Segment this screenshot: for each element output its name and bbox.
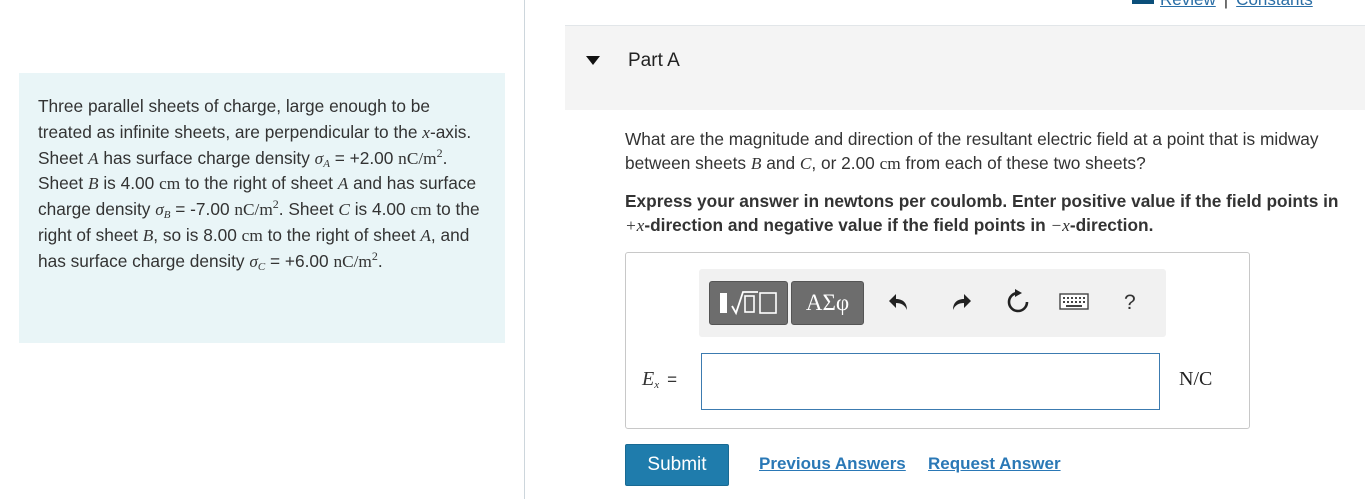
keyboard-icon[interactable]	[1059, 292, 1089, 312]
instruction-part: Express your answer in newtons per coulo…	[625, 191, 1339, 211]
math-var: x	[422, 122, 430, 142]
submit-button[interactable]: Submit	[625, 444, 729, 486]
problem-text: to the right of sheet	[262, 224, 421, 245]
problem-text: Three parallel sheets of charge, large e…	[38, 96, 430, 142]
math-var: σ	[155, 200, 164, 220]
math-var: +x	[625, 216, 645, 235]
math-var: B	[750, 154, 762, 173]
problem-text: = +6.00	[265, 250, 334, 271]
math-var: A	[420, 225, 431, 245]
math-var: B	[87, 174, 99, 194]
math-unit: cm	[410, 200, 432, 220]
question-part: and	[761, 153, 800, 173]
header-links: Review | Constants	[1132, 0, 1313, 10]
problem-text: to the right of sheet	[180, 173, 338, 194]
math-unit: nC/m	[333, 251, 372, 271]
constants-link[interactable]: Constants	[1236, 0, 1313, 9]
math-var: σ	[249, 251, 258, 271]
math-unit: cm	[159, 174, 181, 194]
math-var: B	[142, 225, 154, 245]
math-unit: cm	[879, 154, 901, 173]
answer-label: Ex =	[642, 368, 677, 391]
math-var: A	[337, 174, 349, 194]
math-unit: nC/m	[398, 148, 437, 168]
problem-text: = -7.00	[170, 199, 235, 220]
question-text: What are the magnitude and direction of …	[625, 127, 1355, 176]
math-var: −x	[1050, 216, 1070, 235]
problem-text: , so is 8.00	[153, 224, 242, 245]
problem-statement: Three parallel sheets of charge, large e…	[19, 73, 505, 343]
math-var: C	[799, 154, 812, 173]
answer-var: E	[642, 368, 655, 390]
part-title: Part A	[628, 50, 680, 71]
problem-text: . Sheet	[278, 199, 339, 220]
answer-sub: x	[654, 379, 660, 391]
problem-text: is 4.00	[98, 173, 160, 194]
help-icon[interactable]: ?	[1124, 291, 1136, 315]
problem-text: = +2.00	[329, 147, 399, 168]
math-toolbar: ΑΣφ ?	[699, 269, 1166, 337]
review-link[interactable]: Review	[1160, 0, 1216, 9]
part-a-header[interactable]: Part A	[565, 26, 1365, 110]
question-part: from each of these two sheets?	[900, 153, 1146, 173]
reset-icon[interactable]	[1005, 289, 1031, 315]
problem-text: is 4.00	[349, 199, 411, 220]
templates-icon	[720, 291, 777, 316]
math-var: A	[87, 148, 99, 168]
answer-units: N/C	[1179, 368, 1213, 390]
math-var: C	[338, 200, 350, 220]
math-sub: A	[323, 157, 330, 170]
math-var: σ	[314, 148, 324, 168]
instruction-part: -direction and negative value if the fie…	[644, 215, 1051, 235]
equals-sign: =	[667, 370, 678, 389]
math-unit: cm	[241, 225, 263, 245]
templates-button[interactable]	[709, 281, 788, 325]
collapse-caret-icon[interactable]	[586, 56, 600, 65]
question-part: , or 2.00	[811, 153, 880, 173]
undo-icon[interactable]	[887, 289, 913, 315]
answer-input[interactable]	[701, 353, 1160, 410]
redo-icon[interactable]	[947, 289, 973, 315]
math-unit: nC/m	[234, 200, 273, 220]
greek-symbols-button[interactable]: ΑΣφ	[791, 281, 864, 325]
problem-text: .	[377, 250, 383, 271]
book-icon	[1132, 0, 1154, 4]
column-divider	[524, 0, 525, 499]
instruction-part: -direction.	[1069, 215, 1154, 235]
answer-instructions: Express your answer in newtons per coulo…	[625, 189, 1360, 238]
request-answer-link[interactable]: Request Answer	[928, 454, 1061, 474]
problem-text: has surface charge density	[98, 147, 315, 168]
previous-answers-link[interactable]: Previous Answers	[759, 454, 906, 474]
header-separator: |	[1224, 0, 1228, 9]
